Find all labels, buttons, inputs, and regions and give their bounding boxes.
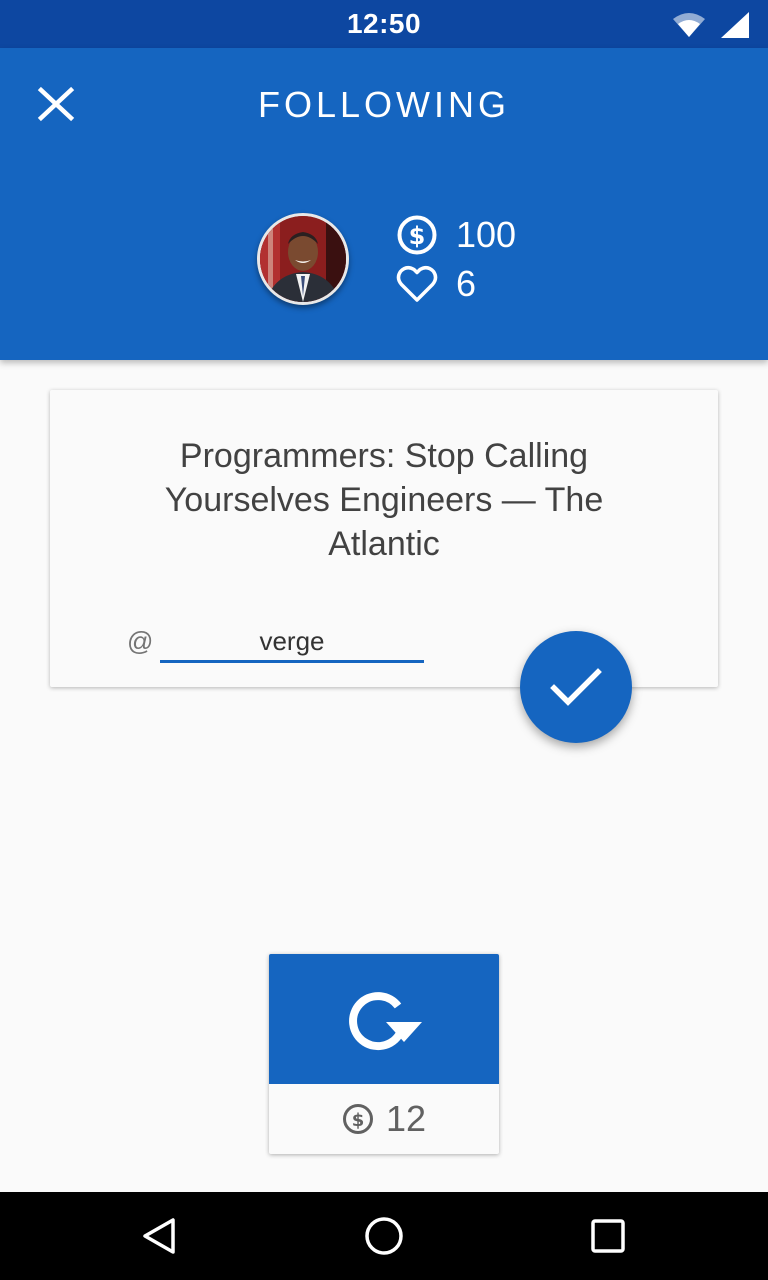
at-prefix: @ [127,626,154,656]
status-time: 12:50 [346,8,422,39]
content-card: Programmers: Stop Calling Yourselves Eng… [50,390,718,687]
coins-count: 100 [456,214,517,255]
status-bar: 12:50 [0,0,768,48]
refresh-button[interactable] [269,954,499,1084]
avatar[interactable] [257,213,349,305]
heart-icon [396,265,438,302]
cell-signal-icon [721,12,749,38]
coin-icon: $ [342,1104,373,1134]
refresh-card: $ 12 [269,954,499,1154]
recents-button[interactable] [578,1210,638,1262]
card-title: Programmers: Stop Calling Yourselves Eng… [164,437,604,563]
refresh-cost: $ 12 [269,1084,499,1154]
likes-count: 6 [456,263,477,304]
check-icon [550,668,602,706]
recents-icon [591,1219,625,1253]
home-button[interactable] [354,1210,414,1262]
wifi-icon [673,13,705,37]
back-icon [143,1218,175,1254]
likes-stat: 6 [396,264,476,304]
coins-stat: $ 100 [396,214,516,256]
app-bar: FOLLOWING $ 100 6 [0,48,768,360]
back-button[interactable] [130,1210,190,1262]
refresh-icon [349,992,422,1051]
navigation-bar [0,1192,768,1280]
svg-text:$: $ [352,1110,365,1131]
page-title: FOLLOWING [257,84,511,125]
handle-input[interactable] [160,622,424,663]
refresh-cost-value: 12 [385,1098,427,1139]
status-icons [672,11,750,39]
svg-text:$: $ [409,222,426,250]
confirm-button[interactable] [520,631,632,743]
home-icon [365,1217,403,1255]
coin-icon: $ [397,215,437,255]
profile-photo [260,216,346,302]
